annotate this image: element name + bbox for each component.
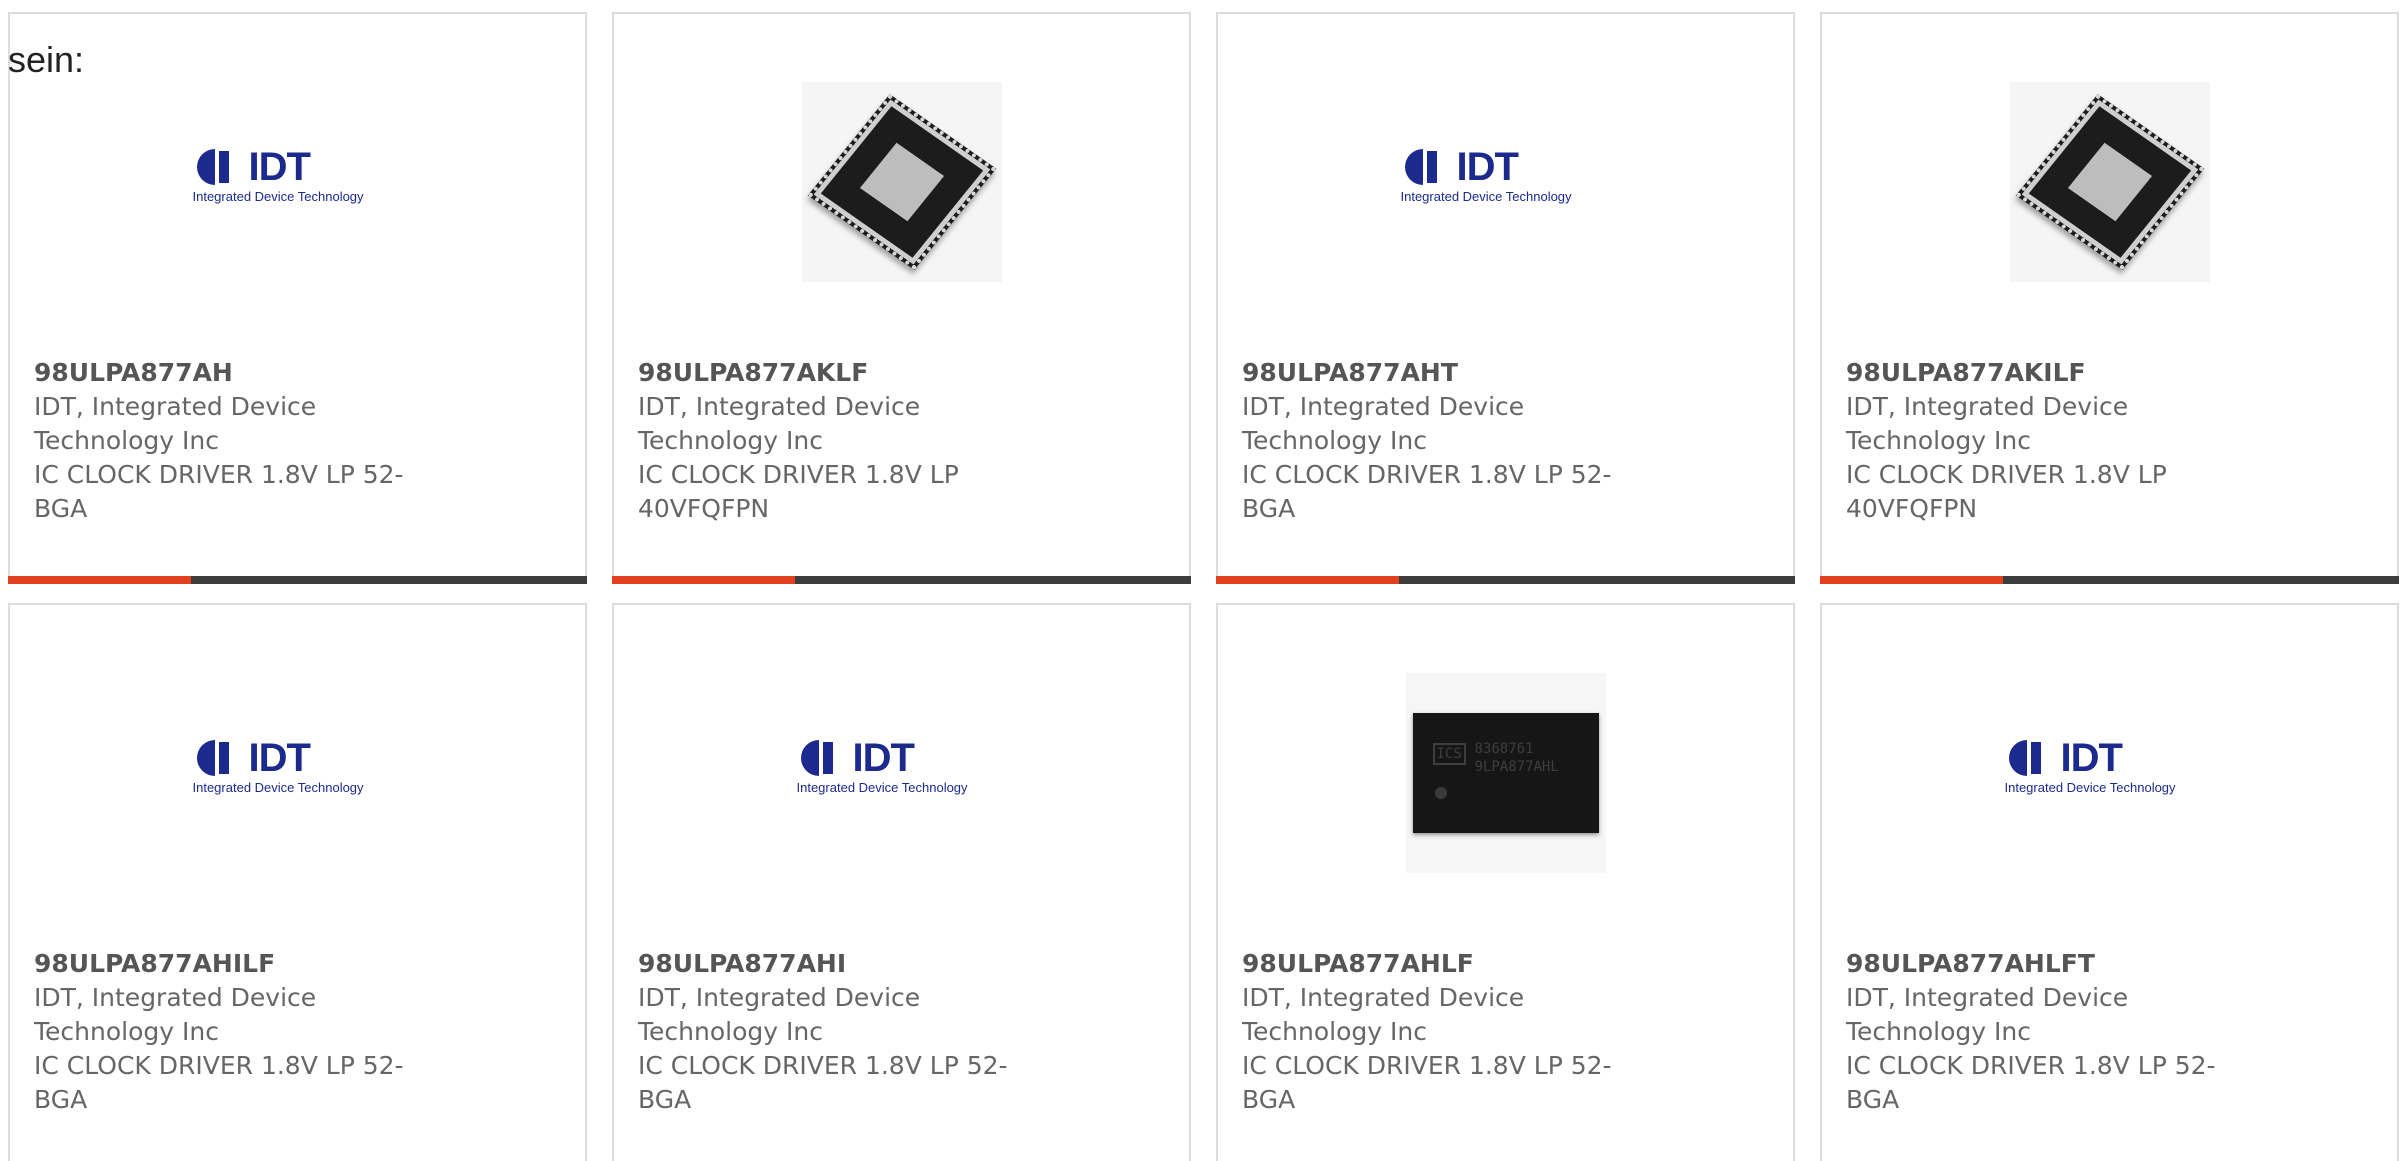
idt-logo-icon: IDT Integrated Device Technology — [1400, 145, 1572, 204]
product-image[interactable]: IDT Integrated Device Technology — [10, 673, 585, 873]
qfn-chip-icon — [801, 82, 1002, 282]
manufacturer: Technology Inc — [1846, 426, 2031, 455]
manufacturer: IDT, Integrated Device — [638, 392, 921, 421]
part-number-link[interactable]: 98ULPA877AHLFT — [1846, 947, 2266, 981]
manufacturer: Technology Inc — [1242, 426, 1427, 455]
product-image[interactable]: IDT Integrated Device Technology — [1822, 673, 2397, 873]
description: BGA — [1846, 1085, 1900, 1114]
manufacturer: Technology Inc — [1846, 1017, 2031, 1046]
manufacturer: IDT, Integrated Device — [34, 983, 317, 1012]
manufacturer: IDT, Integrated Device — [34, 392, 317, 421]
card-bottom-bar — [612, 576, 1191, 584]
idt-logo-icon: IDT Integrated Device Technology — [796, 736, 968, 795]
product-card[interactable]: IDT Integrated Device Technology 98ULPA8… — [1216, 12, 1795, 584]
description: BGA — [638, 1085, 692, 1114]
product-image[interactable] — [614, 82, 1189, 282]
product-image[interactable] — [1822, 82, 2397, 282]
product-image[interactable]: IDT Integrated Device Technology — [614, 673, 1189, 873]
manufacturer: IDT, Integrated Device — [1846, 983, 2129, 1012]
product-image[interactable]: ICS 8368761 9LPA877AHL — [1218, 673, 1793, 873]
bga-chip-icon: ICS 8368761 9LPA877AHL — [1405, 673, 1606, 873]
manufacturer: IDT, Integrated Device — [638, 983, 921, 1012]
part-number-link[interactable]: 98ULPA877AHLF — [1242, 947, 1662, 981]
product-card[interactable]: ICS 8368761 9LPA877AHL 98ULPA877AHLF IDT… — [1216, 603, 1795, 1161]
part-number-link[interactable]: 98ULPA877AHT — [1242, 356, 1662, 390]
description: IC CLOCK DRIVER 1.8V LP 52- — [34, 1051, 404, 1080]
manufacturer: IDT, Integrated Device — [1242, 392, 1525, 421]
description: IC CLOCK DRIVER 1.8V LP 52- — [638, 1051, 1008, 1080]
manufacturer: IDT, Integrated Device — [1242, 983, 1525, 1012]
product-card[interactable]: 98ULPA877AKILF IDT, Integrated Device Te… — [1820, 12, 2399, 584]
description: 40VFQFPN — [1846, 494, 1978, 523]
part-number-link[interactable]: 98ULPA877AKLF — [638, 356, 1058, 390]
part-number-link[interactable]: 98ULPA877AHILF — [34, 947, 454, 981]
description: BGA — [34, 1085, 88, 1114]
manufacturer: IDT, Integrated Device — [1846, 392, 2129, 421]
description: BGA — [1242, 494, 1296, 523]
description: IC CLOCK DRIVER 1.8V LP 52- — [34, 460, 404, 489]
qfn-chip-icon — [2009, 82, 2210, 282]
idt-logo-icon: IDT Integrated Device Technology — [192, 145, 364, 204]
description: 40VFQFPN — [638, 494, 770, 523]
product-card[interactable]: 98ULPA877AKLF IDT, Integrated Device Tec… — [612, 12, 1191, 584]
description: BGA — [1242, 1085, 1296, 1114]
card-bottom-bar — [1216, 576, 1795, 584]
manufacturer: Technology Inc — [34, 426, 219, 455]
product-card[interactable]: IDT Integrated Device Technology 98ULPA8… — [8, 12, 587, 584]
product-image[interactable]: IDT Integrated Device Technology — [10, 82, 585, 282]
part-number-link[interactable]: 98ULPA877AKILF — [1846, 356, 2266, 390]
card-bottom-bar — [1820, 576, 2399, 584]
product-grid: sein: IDT Integrated Device Technology 9… — [0, 0, 2400, 1161]
manufacturer: Technology Inc — [1242, 1017, 1427, 1046]
description: IC CLOCK DRIVER 1.8V LP 52- — [1242, 1051, 1612, 1080]
product-image[interactable]: IDT Integrated Device Technology — [1218, 82, 1793, 282]
card-bottom-bar — [8, 576, 587, 584]
manufacturer: Technology Inc — [638, 426, 823, 455]
manufacturer: Technology Inc — [638, 1017, 823, 1046]
idt-logo-icon: IDT Integrated Device Technology — [2004, 736, 2176, 795]
part-number-link[interactable]: 98ULPA877AH — [34, 356, 454, 390]
description: IC CLOCK DRIVER 1.8V LP — [1846, 460, 2167, 489]
part-number-link[interactable]: 98ULPA877AHI — [638, 947, 1058, 981]
idt-logo-icon: IDT Integrated Device Technology — [192, 736, 364, 795]
description: BGA — [34, 494, 88, 523]
product-card[interactable]: IDT Integrated Device Technology 98ULPA8… — [1820, 603, 2399, 1161]
product-card[interactable]: IDT Integrated Device Technology 98ULPA8… — [612, 603, 1191, 1161]
description: IC CLOCK DRIVER 1.8V LP 52- — [1242, 460, 1612, 489]
product-card[interactable]: IDT Integrated Device Technology 98ULPA8… — [8, 603, 587, 1161]
intro-text: sein: — [8, 39, 85, 80]
description: IC CLOCK DRIVER 1.8V LP — [638, 460, 959, 489]
manufacturer: Technology Inc — [34, 1017, 219, 1046]
description: IC CLOCK DRIVER 1.8V LP 52- — [1846, 1051, 2216, 1080]
